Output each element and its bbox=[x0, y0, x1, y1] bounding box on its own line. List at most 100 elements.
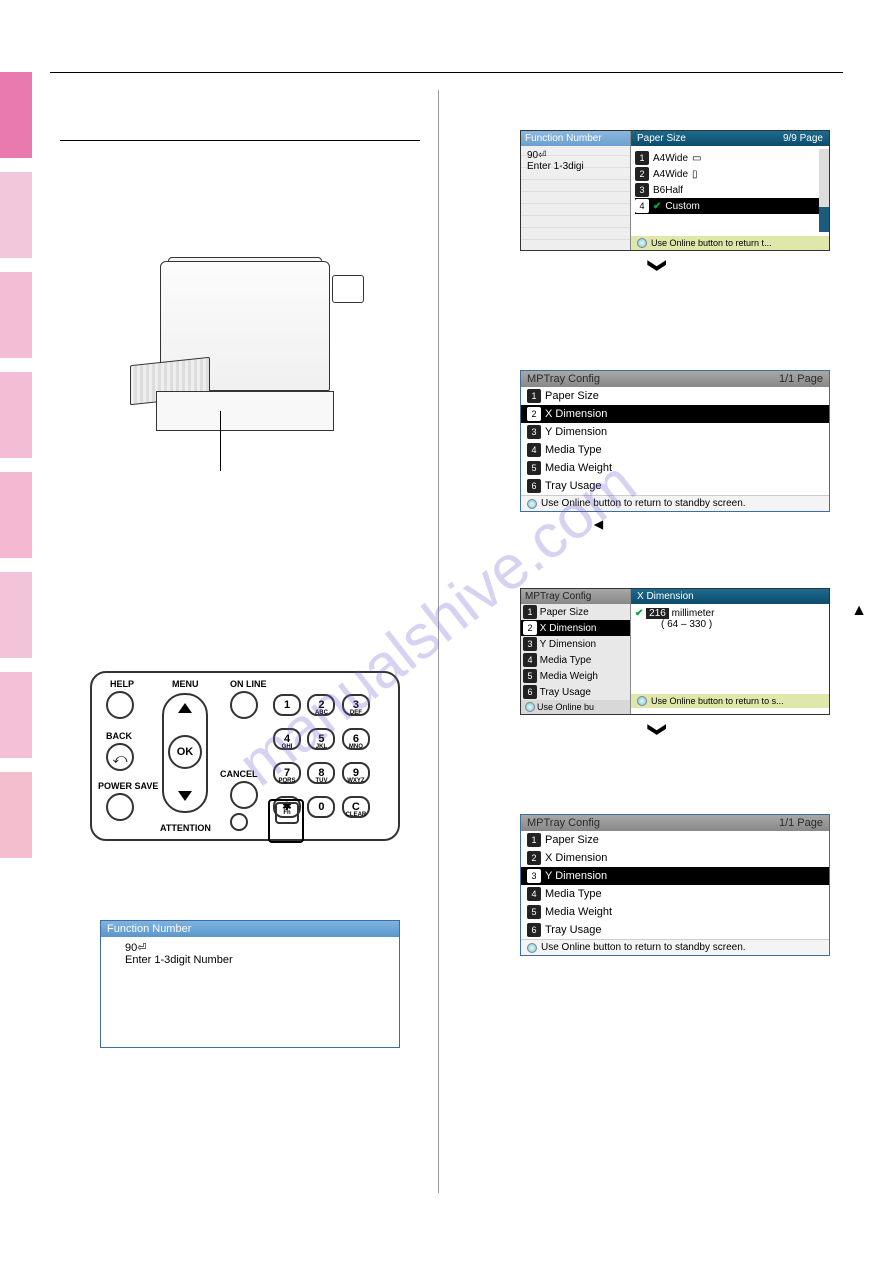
right-panel-title: Paper Size 9/9 Page bbox=[631, 131, 829, 146]
key-9[interactable]: 9WXYZ bbox=[342, 762, 370, 784]
fn-hint-trunc: Enter 1-3digi bbox=[527, 161, 624, 172]
list-item-selected[interactable]: 3Y Dimension bbox=[521, 867, 829, 885]
screen-footer: Use Online button to return to standby s… bbox=[521, 495, 829, 511]
list-item-selected[interactable]: 2 X Dimension bbox=[521, 620, 630, 636]
x-dimension-screen: MPTray Config 1 Paper Size 2 X Dimension… bbox=[520, 588, 830, 715]
item-label: Custom bbox=[665, 201, 699, 212]
key-clear[interactable]: CCLEAR bbox=[342, 796, 370, 818]
list-item-selected[interactable]: 2X Dimension bbox=[521, 405, 829, 423]
list-item[interactable]: 4 Media Type bbox=[521, 652, 630, 668]
key-3[interactable]: 3DEF bbox=[342, 694, 370, 716]
item-label: A4Wide bbox=[653, 153, 688, 164]
check-icon: ✔ bbox=[635, 608, 643, 619]
item-label: Y Dimension bbox=[545, 426, 607, 438]
key-5-sub: JKL bbox=[309, 738, 333, 756]
left-panel-footer: Use Online bu bbox=[521, 700, 630, 714]
item-label: Media Type bbox=[545, 444, 602, 456]
paper-size-right-panel: Paper Size 9/9 Page 1A4Wide▭ 2A4Wide▯ 3B… bbox=[631, 131, 829, 250]
chevron-down-icon: ❯ bbox=[647, 722, 668, 737]
list-item[interactable]: 1Paper Size bbox=[521, 831, 829, 849]
scrollbar-thumb[interactable] bbox=[819, 207, 829, 232]
list-item[interactable]: 1A4Wide▭ bbox=[635, 150, 825, 166]
item-num: 3 bbox=[635, 183, 649, 197]
item-num: 4 bbox=[523, 653, 537, 667]
list-item[interactable]: 2A4Wide▯ bbox=[635, 166, 825, 182]
scrollbar[interactable] bbox=[819, 149, 829, 232]
title-text: Paper Size bbox=[637, 133, 686, 144]
printer-illustration bbox=[120, 261, 370, 501]
list-item[interactable]: 4Media Type bbox=[521, 885, 829, 903]
left-panel-title: MPTray Config bbox=[521, 589, 630, 604]
item-num: 3 bbox=[527, 425, 541, 439]
key-2[interactable]: 2ABC bbox=[307, 694, 335, 716]
screen-titlebar: MPTray Config 1/1 Page bbox=[521, 371, 829, 387]
xdim-value[interactable]: 216 bbox=[646, 608, 669, 619]
column-divider bbox=[438, 90, 439, 1193]
item-label: Tray Usage bbox=[540, 687, 591, 698]
list-item[interactable]: 1Paper Size bbox=[521, 387, 829, 405]
list-item[interactable]: 6Tray Usage bbox=[521, 477, 829, 495]
key-7[interactable]: 7PQRS bbox=[273, 762, 301, 784]
item-label: Paper Size bbox=[545, 390, 599, 402]
key-4[interactable]: 4GHI bbox=[273, 728, 301, 750]
callout-line bbox=[220, 411, 221, 471]
fn-val-text: 90 bbox=[527, 150, 538, 161]
key-6[interactable]: 6MNO bbox=[342, 728, 370, 750]
left-panel-body: 90⏎ Enter 1-3digi bbox=[521, 146, 630, 176]
up-arrow-icon[interactable] bbox=[178, 703, 192, 713]
key-8-sub: TUV bbox=[309, 772, 333, 790]
right-column: Function Number 90⏎ Enter 1-3digi Paper … bbox=[470, 130, 840, 956]
list-item[interactable]: 5Media Weight bbox=[521, 903, 829, 921]
list-item[interactable]: 3 Y Dimension bbox=[521, 423, 829, 441]
key-8[interactable]: 8TUV bbox=[307, 762, 335, 784]
triangle-down-icon: ▼ bbox=[589, 517, 607, 533]
footer-text: Use Online button to return to standby s… bbox=[541, 942, 746, 953]
online-button[interactable] bbox=[230, 691, 258, 719]
list-item[interactable]: 4Media Type bbox=[521, 441, 829, 459]
printer-base bbox=[156, 391, 334, 431]
screen-footer: Use Online button to return to standby s… bbox=[521, 939, 829, 955]
powersave-button[interactable] bbox=[106, 793, 134, 821]
online-label: ON LINE bbox=[230, 679, 267, 689]
page-indicator: 1/1 Page bbox=[779, 817, 823, 829]
list-item[interactable]: 3B6Half bbox=[635, 182, 825, 198]
key-1[interactable]: 1 bbox=[273, 694, 301, 716]
list-item[interactable]: 6 Tray Usage bbox=[521, 684, 630, 700]
item-label: X Dimension bbox=[540, 623, 597, 634]
ok-button[interactable]: OK bbox=[168, 735, 202, 769]
item-num: 6 bbox=[527, 923, 541, 937]
mptray-list: 1Paper Size 2X Dimension 3Y Dimension 4M… bbox=[521, 831, 829, 939]
footer-text: Use Online bu bbox=[537, 702, 594, 712]
item-num: 4 bbox=[527, 887, 541, 901]
item-label: Tray Usage bbox=[545, 480, 601, 492]
list-item[interactable]: 6Tray Usage bbox=[521, 921, 829, 939]
item-label: A4Wide bbox=[653, 169, 688, 180]
footer-text: Use Online button to return to standby s… bbox=[541, 498, 746, 509]
item-num: 6 bbox=[523, 685, 537, 699]
online-dot-icon bbox=[527, 943, 537, 953]
list-item-selected[interactable]: 4✔Custom bbox=[635, 198, 825, 214]
key-0[interactable]: 0 bbox=[307, 796, 335, 818]
list-item[interactable]: 5 Media Weigh bbox=[521, 668, 630, 684]
mptray-list: 1Paper Size 2X Dimension 3 Y Dimension 4M… bbox=[521, 387, 829, 495]
title-text: MPTray Config bbox=[527, 373, 600, 385]
page-indicator: 9/9 Page bbox=[783, 133, 823, 144]
chevron-down-icon: ❯ bbox=[647, 258, 668, 273]
xdim-value-area: ✔ 216 millimeter ( 64 – 330 ) bbox=[631, 604, 829, 694]
mptray-config-screen-1: MPTray Config 1/1 Page 1Paper Size 2X Di… bbox=[520, 370, 830, 512]
cancel-button[interactable] bbox=[230, 781, 258, 809]
item-num: 2 bbox=[635, 167, 649, 181]
fn-value-text: 90 bbox=[125, 942, 137, 954]
list-item[interactable]: 5Media Weight bbox=[521, 459, 829, 477]
item-label: X Dimension bbox=[545, 852, 607, 864]
left-column: HELP BACK ⤺ POWER SAVE MENU OK ATTENTION… bbox=[60, 140, 420, 841]
xdim-value-row: ✔ 216 millimeter bbox=[635, 608, 825, 619]
list-item[interactable]: 3 Y Dimension bbox=[521, 636, 630, 652]
list-item[interactable]: 1 Paper Size bbox=[521, 604, 630, 620]
down-arrow-icon[interactable] bbox=[178, 791, 192, 801]
list-item[interactable]: 2X Dimension bbox=[521, 849, 829, 867]
key-5[interactable]: 5JKL bbox=[307, 728, 335, 750]
back-button[interactable]: ⤺ bbox=[106, 743, 134, 771]
online-dot-icon bbox=[527, 499, 537, 509]
help-button[interactable] bbox=[106, 691, 134, 719]
